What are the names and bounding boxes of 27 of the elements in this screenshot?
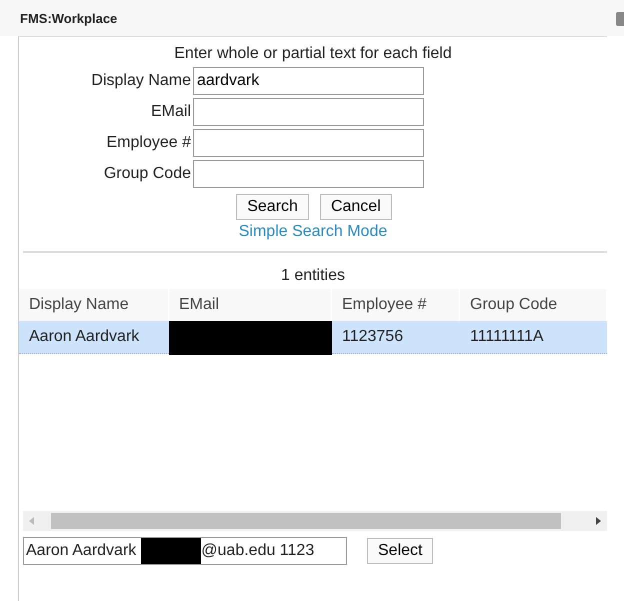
field-label: Group Code [102, 165, 191, 183]
column-header[interactable]: Group Code [460, 289, 607, 321]
left-arrow-icon[interactable] [27, 516, 37, 526]
mode-link[interactable]: Simple Search Mode [19, 223, 607, 241]
horizontal-scrollbar[interactable] [23, 511, 607, 531]
redaction-block [141, 538, 202, 564]
table-cell[interactable]: 1123756 [332, 321, 460, 354]
input-field[interactable] [193, 160, 424, 188]
cancel-button[interactable]: Cancel [320, 194, 392, 220]
input-field[interactable] [193, 129, 424, 157]
instructions: Enter whole or partial text for each field [173, 45, 453, 63]
table-cell[interactable]: Aaron Aardvark [19, 321, 169, 354]
input-field[interactable] [193, 98, 424, 126]
input-field[interactable]: aardvark [193, 67, 424, 95]
window-title: FMS:Workplace [20, 10, 118, 26]
column-header[interactable]: Display Name [19, 289, 169, 321]
result-count: 1 entities [280, 267, 346, 285]
select-button[interactable]: Select [367, 538, 434, 564]
field-label: Employee # [106, 134, 191, 152]
table-cell[interactable]: 11111111A [460, 321, 607, 354]
field-label: Display Name [90, 72, 191, 90]
search-button[interactable]: Search [236, 194, 309, 220]
column-header[interactable]: Employee # [332, 289, 460, 321]
selection-field[interactable]: Aaron Aardvark @uab.edu 1123 [23, 537, 347, 565]
column-header[interactable]: EMail [169, 289, 332, 321]
field-label: EMail [150, 103, 191, 121]
right-arrow-icon[interactable] [593, 516, 603, 526]
